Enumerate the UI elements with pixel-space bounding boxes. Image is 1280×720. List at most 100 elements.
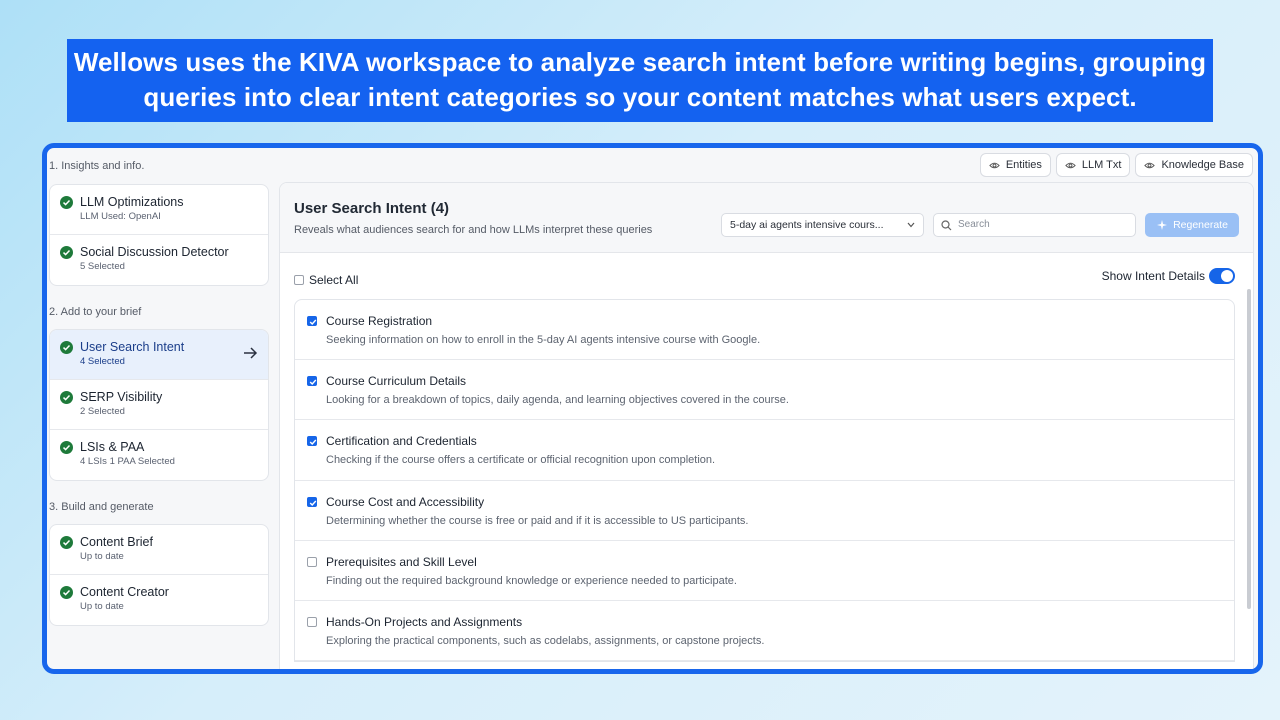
check-circle-icon — [60, 586, 73, 599]
show-intent-details: Show Intent Details — [1102, 268, 1235, 284]
check-icon — [309, 500, 317, 506]
eye-icon — [1144, 162, 1156, 168]
intent-title: Certification and Credentials — [326, 434, 477, 449]
sidebar-item-subtitle: LLM Used: OpenAI — [80, 211, 161, 222]
intent-checkbox[interactable] — [307, 436, 317, 447]
knowledge-base-button[interactable]: Knowledge Base — [1135, 153, 1253, 177]
search-placeholder: Search — [958, 219, 990, 230]
intent-description: Determining whether the course is free o… — [326, 514, 749, 527]
main-header: User Search Intent (4) Reveals what audi… — [280, 183, 1253, 253]
sidebar-item-user-search-intent[interactable]: User Search Intent 4 Selected — [50, 330, 268, 380]
sidebar-item-title: User Search Intent — [80, 340, 185, 354]
sidebar-item-llm-optimizations[interactable]: LLM Optimizations LLM Used: OpenAI — [50, 185, 268, 235]
sidebar-item-subtitle: 5 Selected — [80, 261, 125, 272]
select-all-checkbox[interactable]: Select All — [294, 273, 358, 287]
sidebar-item-title: LSIs & PAA — [80, 440, 145, 454]
sidebar-item-content-creator[interactable]: Content Creator Up to date — [50, 575, 268, 625]
intent-description: Looking for a breakdown of topics, daily… — [326, 394, 789, 407]
banner-line-2: queries into clear intent categories so … — [143, 82, 1137, 112]
arrow-right-icon — [244, 347, 258, 359]
sidebar-item-subtitle: 4 LSIs 1 PAA Selected — [80, 456, 175, 467]
checkbox[interactable] — [294, 275, 304, 285]
regenerate-button[interactable]: Regenerate — [1145, 213, 1239, 237]
main-panel: User Search Intent (4) Reveals what audi… — [279, 182, 1254, 669]
section-label-build: 3. Build and generate — [49, 501, 154, 513]
sidebar-item-subtitle: Up to date — [80, 601, 124, 612]
sidebar-item-title: LLM Optimizations — [80, 195, 184, 209]
query-select[interactable]: 5-day ai agents intensive cours... — [721, 213, 924, 237]
check-circle-icon — [60, 246, 73, 259]
check-circle-icon — [60, 341, 73, 354]
llm-txt-label: LLM Txt — [1081, 159, 1122, 171]
sidebar: LLM Optimizations LLM Used: OpenAI Socia… — [49, 184, 269, 626]
page-subtitle: Reveals what audiences search for and ho… — [294, 224, 653, 236]
sidebar-group-insights: LLM Optimizations LLM Used: OpenAI Socia… — [49, 184, 269, 286]
intent-description: Exploring the practical components, such… — [326, 634, 765, 647]
check-circle-icon — [60, 536, 73, 549]
intent-checkbox[interactable] — [307, 496, 317, 507]
sidebar-item-title: Social Discussion Detector — [80, 245, 229, 259]
intent-checkbox[interactable] — [307, 556, 317, 567]
intent-description: Finding out the required background know… — [326, 574, 737, 587]
intent-title: Course Curriculum Details — [326, 374, 467, 389]
intent-row[interactable]: Course Curriculum Details Looking for a b… — [295, 360, 1234, 421]
eye-icon — [989, 162, 1000, 168]
sidebar-item-title: Content Brief — [80, 535, 153, 549]
check-circle-icon — [60, 391, 73, 404]
intent-title: Prerequisites and Skill Level — [326, 554, 477, 569]
intent-row[interactable]: Course Cost and Accessibility Determining… — [295, 481, 1234, 541]
intent-checkbox[interactable] — [307, 316, 317, 326]
sidebar-group-brief: User Search Intent 4 Selected SERP Visib… — [49, 329, 269, 481]
intent-checkbox[interactable] — [307, 376, 317, 387]
check-circle-icon — [60, 441, 73, 454]
sidebar-item-title: Content Creator — [80, 585, 169, 599]
sidebar-item-lsis-paa[interactable]: LSIs & PAA 4 LSIs 1 PAA Selected — [50, 430, 268, 480]
app-window: 1. Insights and info. Entities LLM Txt K… — [42, 143, 1263, 674]
banner: Wellows uses the KIVA workspace to analy… — [67, 39, 1213, 122]
knowledge-base-label: Knowledge Base — [1161, 159, 1244, 171]
sparkle-icon — [1157, 220, 1168, 230]
llm-txt-button[interactable]: LLM Txt — [1055, 153, 1131, 177]
select-all-label: Select All — [309, 273, 359, 287]
eye-icon — [1065, 162, 1076, 168]
intent-list: Course Registration Seeking information o… — [294, 299, 1235, 663]
search-icon — [941, 220, 952, 231]
intent-row[interactable]: Certification and Credentials Checking if… — [295, 420, 1234, 481]
intent-title: Course Cost and Accessibility — [326, 494, 485, 509]
page-title: User Search Intent (4) — [294, 200, 450, 217]
query-select-value: 5-day ai agents intensive cours... — [730, 219, 884, 231]
intent-row[interactable]: Prerequisites and Skill Level Finding out… — [295, 541, 1234, 601]
intent-description: Seeking information on how to enroll in … — [326, 334, 761, 346]
check-icon — [309, 439, 317, 446]
section-label-brief: 2. Add to your brief — [49, 306, 142, 318]
scrollbar[interactable] — [1247, 289, 1251, 609]
show-intent-details-label: Show Intent Details — [1101, 269, 1205, 283]
top-toolbar: Entities LLM Txt Knowledge Base — [979, 153, 1253, 177]
sidebar-item-serp-visibility[interactable]: SERP Visibility 2 Selected — [50, 380, 268, 430]
regenerate-label: Regenerate — [1173, 219, 1228, 231]
sidebar-item-subtitle: 4 Selected — [80, 356, 125, 367]
sidebar-item-subtitle: Up to date — [80, 551, 124, 562]
check-circle-icon — [60, 196, 73, 209]
intent-description: Checking if the course offers a certific… — [326, 454, 716, 467]
banner-line-1: Wellows uses the KIVA workspace to analy… — [73, 47, 1207, 77]
chevron-down-icon — [907, 222, 915, 228]
sidebar-item-title: SERP Visibility — [80, 390, 163, 404]
entities-label: Entities — [1005, 159, 1042, 171]
search-input[interactable]: Search — [933, 213, 1136, 237]
intent-row[interactable]: Hands-On Projects and Assignments Explori… — [295, 601, 1234, 662]
section-label-insights: 1. Insights and info. — [49, 160, 145, 172]
show-intent-details-toggle[interactable] — [1209, 268, 1235, 284]
intent-title: Course Registration — [326, 314, 433, 328]
intent-row[interactable]: Course Registration Seeking information o… — [295, 300, 1234, 361]
sidebar-item-subtitle: 2 Selected — [80, 406, 125, 417]
sidebar-item-social-discussion[interactable]: Social Discussion Detector 5 Selected — [50, 235, 268, 285]
intent-checkbox[interactable] — [307, 616, 317, 627]
entities-button[interactable]: Entities — [979, 153, 1051, 177]
check-icon — [309, 379, 317, 386]
intent-title: Hands-On Projects and Assignments — [326, 614, 523, 629]
list-toolbar: Select All Show Intent Details — [280, 253, 1253, 299]
sidebar-group-build: Content Brief Up to date Content Creator… — [49, 524, 269, 626]
check-icon — [309, 319, 317, 326]
sidebar-item-content-brief[interactable]: Content Brief Up to date — [50, 525, 268, 575]
